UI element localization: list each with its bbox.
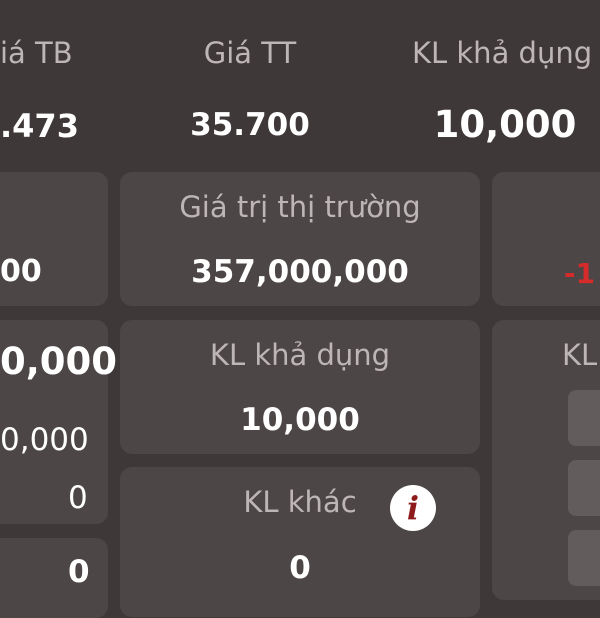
left-card-row2: 0,000 0,000 0 (0, 320, 117, 524)
other-qty-card: KL khác i 0 (120, 467, 480, 617)
left-card-row2-zero-value: 0 (68, 480, 88, 516)
action-button-2[interactable] (568, 460, 600, 516)
right-card-row2-label: KL (562, 338, 598, 372)
available-qty-value: 10,000 (240, 402, 360, 438)
market-value-label: Giá trị thị trường (179, 190, 421, 224)
left-card-row1-value: 00 (0, 254, 42, 289)
action-button-3[interactable] (568, 530, 600, 586)
market-value-card: Giá trị thị trường 357,000,000 (120, 172, 480, 306)
info-icon[interactable]: i (390, 485, 436, 531)
left-card-row2-small-value: 0,000 (0, 422, 89, 458)
info-icon-glyph: i (406, 489, 420, 527)
market-price-label: Giá TT (203, 36, 297, 70)
available-qty-header-label: KL khả dụng (412, 36, 593, 70)
action-button-1[interactable] (568, 390, 600, 446)
left-card-row1: 00 (0, 172, 108, 306)
avg-price-value: .473 (0, 107, 79, 145)
left-card-row2-big-value: 0,000 (0, 340, 118, 383)
other-qty-value: 0 (289, 550, 311, 586)
market-price-value: 35.700 (190, 107, 310, 143)
left-card-row3-value: 0 (68, 554, 90, 590)
right-card-row2: KL (492, 320, 600, 600)
available-qty-label: KL khả dụng (209, 338, 391, 372)
available-qty-card: KL khả dụng 10,000 (120, 320, 480, 454)
available-qty-header-value: 10,000 (433, 103, 577, 146)
market-value-amount: 357,000,000 (191, 254, 409, 290)
profit-loss-value: -1 (564, 257, 596, 290)
left-card-row3: 0 (0, 538, 108, 618)
right-card-row1: -1 (492, 172, 600, 306)
avg-price-label: iá TB (0, 36, 73, 70)
